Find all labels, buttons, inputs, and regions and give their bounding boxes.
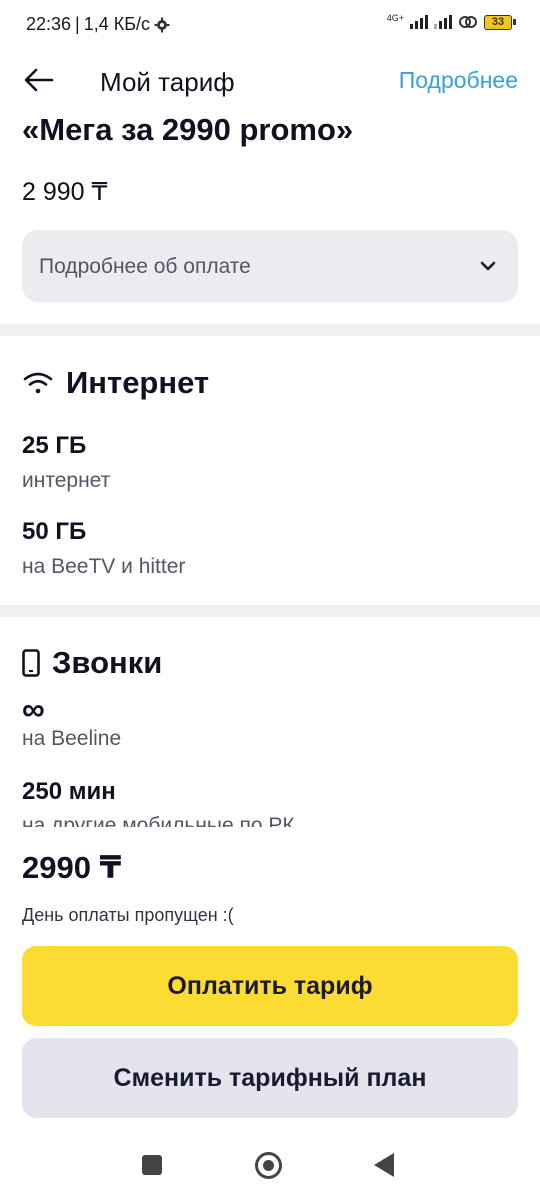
calls-item-desc: на Beeline	[22, 727, 122, 750]
status-time: 22:36	[26, 14, 72, 34]
calls-item-desc: на другие мобильные по РК	[22, 814, 295, 827]
chevron-down-icon	[480, 261, 496, 271]
phone-icon	[22, 649, 40, 677]
section-divider	[0, 605, 540, 617]
home-button[interactable]	[255, 1152, 282, 1179]
recent-apps-button[interactable]	[142, 1155, 162, 1175]
internet-title-label: Интернет	[66, 365, 210, 400]
internet-item-value: 25 ГБ	[22, 432, 87, 459]
pay-tariff-button[interactable]: Оплатить тариф	[22, 946, 518, 1026]
calls-title-label: Звонки	[52, 645, 163, 680]
battery-icon: 33	[484, 14, 516, 30]
calls-item-value: ∞	[22, 691, 45, 727]
payment-details-label: Подробнее об оплате	[39, 255, 251, 278]
status-speed: 1,4 КБ/с	[83, 14, 151, 34]
back-button[interactable]	[22, 63, 56, 97]
internet-item-desc: интернет	[22, 469, 111, 492]
app-header: Мой тариф Подробнее	[0, 55, 540, 105]
payment-missed-note: День оплаты пропущен :(	[22, 905, 234, 925]
tariff-name: «Мега за 2990 promo»	[22, 112, 354, 147]
network-type-label: 4G+	[386, 13, 404, 23]
battery-level: 33	[484, 14, 512, 30]
system-back-button[interactable]	[374, 1153, 394, 1177]
system-nav-bar	[0, 1135, 540, 1200]
section-divider	[0, 324, 540, 336]
internet-section-title: Интернет	[22, 365, 209, 401]
calls-item-value: 250 мин	[22, 778, 116, 805]
status-bar: 22:36 | 1,4 КБ/с 4G+ 33	[0, 0, 540, 50]
status-separator: |	[75, 14, 80, 34]
internet-item-desc: на BeeTV и hitter	[22, 555, 186, 578]
settings-gear-icon	[154, 17, 170, 32]
calls-section-title: Звонки	[22, 645, 162, 681]
internet-item-value: 50 ГБ	[22, 518, 87, 545]
calls-scroll-area: Звонки ∞ на Beeline 250 мин на другие мо…	[0, 605, 540, 827]
wifi-icon	[23, 372, 53, 394]
arrow-left-icon	[24, 68, 54, 92]
link-icon	[459, 16, 477, 28]
tariff-price: 2 990 ₸	[22, 178, 108, 206]
signal-strength-2-icon	[434, 15, 452, 29]
page-title: Мой тариф	[100, 67, 235, 97]
details-link[interactable]: Подробнее	[399, 67, 518, 94]
status-left: 22:36 | 1,4 КБ/с	[26, 14, 170, 35]
change-plan-button[interactable]: Сменить тарифный план	[22, 1038, 518, 1118]
payment-details-dropdown[interactable]: Подробнее об оплате	[22, 230, 518, 302]
status-right: 4G+ 33	[387, 14, 516, 30]
signal-strength-icon	[410, 15, 428, 29]
total-price: 2990 ₸	[22, 850, 122, 885]
